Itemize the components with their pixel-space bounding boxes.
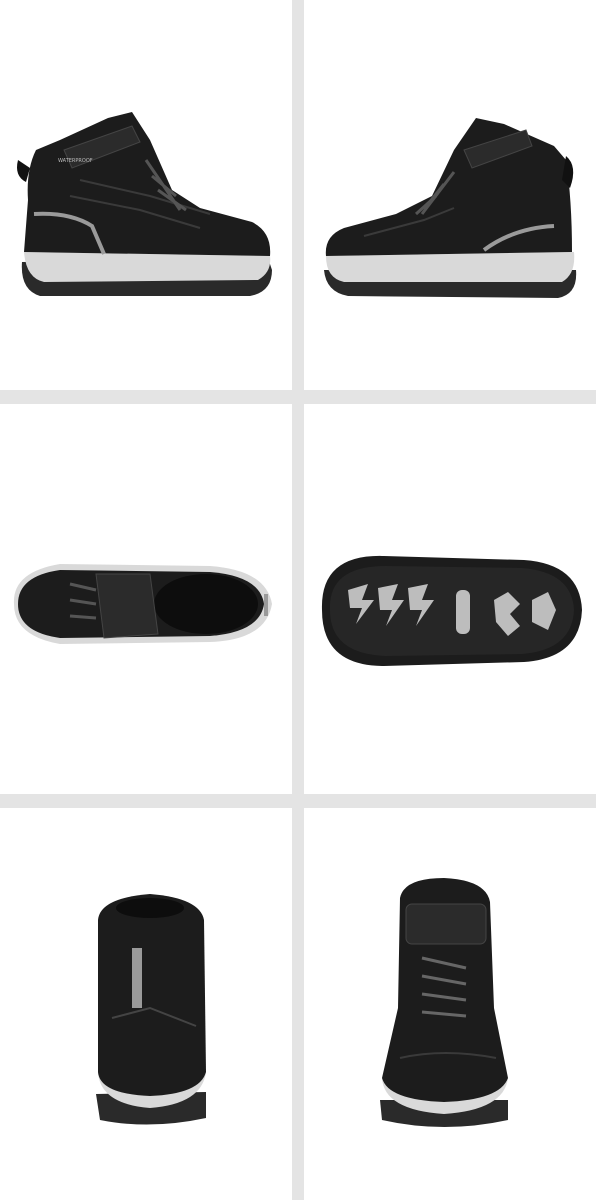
boot-side-view-image: WATERPROOF [0,0,292,390]
boot-outsole-view-image [304,404,596,794]
boot-top-view-icon [13,564,272,644]
boot-inner-side-view-icon [324,118,577,298]
boot-front-view-image [304,808,596,1200]
boot-front-view-icon [380,878,508,1127]
boot-top-view-image [0,404,292,794]
boot-inner-side-view-image [304,0,596,390]
boot-outsole-view-icon [321,555,582,666]
product-image-grid: WATERPROOF [0,0,596,1200]
waterproof-lettering: WATERPROOF [58,158,93,164]
boot-side-view-icon: WATERPROOF [17,112,273,296]
boot-back-view-image [0,808,292,1200]
boot-back-view-icon [96,894,206,1125]
